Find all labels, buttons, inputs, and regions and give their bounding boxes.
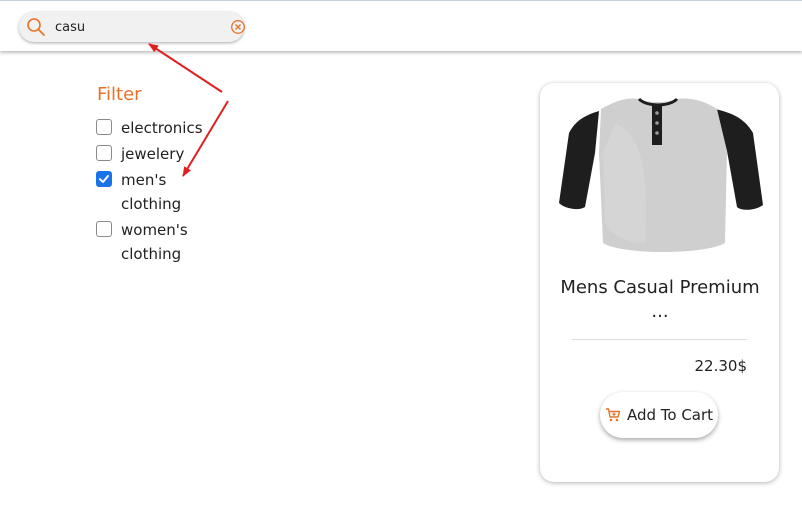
filter-option-jewelery[interactable]: jewelery <box>96 142 256 166</box>
arrow-to-search <box>148 43 223 93</box>
filter-option-label: jewelery <box>121 145 185 163</box>
clear-search-icon[interactable] <box>230 19 246 35</box>
checkbox[interactable] <box>96 119 112 135</box>
product-card[interactable]: Mens Casual Premium ... 22.30$ Add To Ca… <box>540 83 779 482</box>
add-to-cart-button[interactable]: Add To Cart <box>600 392 718 438</box>
product-price: 22.30$ <box>694 357 748 375</box>
filter-option-label: electronics <box>121 119 203 137</box>
checkbox[interactable] <box>96 221 112 237</box>
add-to-cart-label: Add To Cart <box>626 406 714 424</box>
filter-option-label: women's clothing <box>121 221 188 263</box>
checkmark-icon <box>99 175 109 183</box>
cart-plus-icon <box>605 408 621 422</box>
filter-list: electronics jewelery men's clothing wome… <box>96 116 256 268</box>
filter-option-mens-clothing[interactable]: men's clothing <box>96 168 256 216</box>
checkbox[interactable] <box>96 145 112 161</box>
filter-option-label: men's clothing <box>121 171 182 213</box>
filter-option-womens-clothing[interactable]: women's clothing <box>96 218 256 266</box>
search-bar[interactable] <box>19 12 246 42</box>
filter-option-electronics[interactable]: electronics <box>96 116 256 140</box>
divider <box>572 339 747 340</box>
top-bar <box>0 0 802 51</box>
search-icon <box>27 18 45 36</box>
filter-title: Filter <box>97 84 142 105</box>
checkbox-checked[interactable] <box>96 171 112 187</box>
product-image <box>559 97 763 253</box>
product-title[interactable]: Mens Casual Premium ... <box>560 276 760 324</box>
search-input[interactable] <box>55 17 205 37</box>
